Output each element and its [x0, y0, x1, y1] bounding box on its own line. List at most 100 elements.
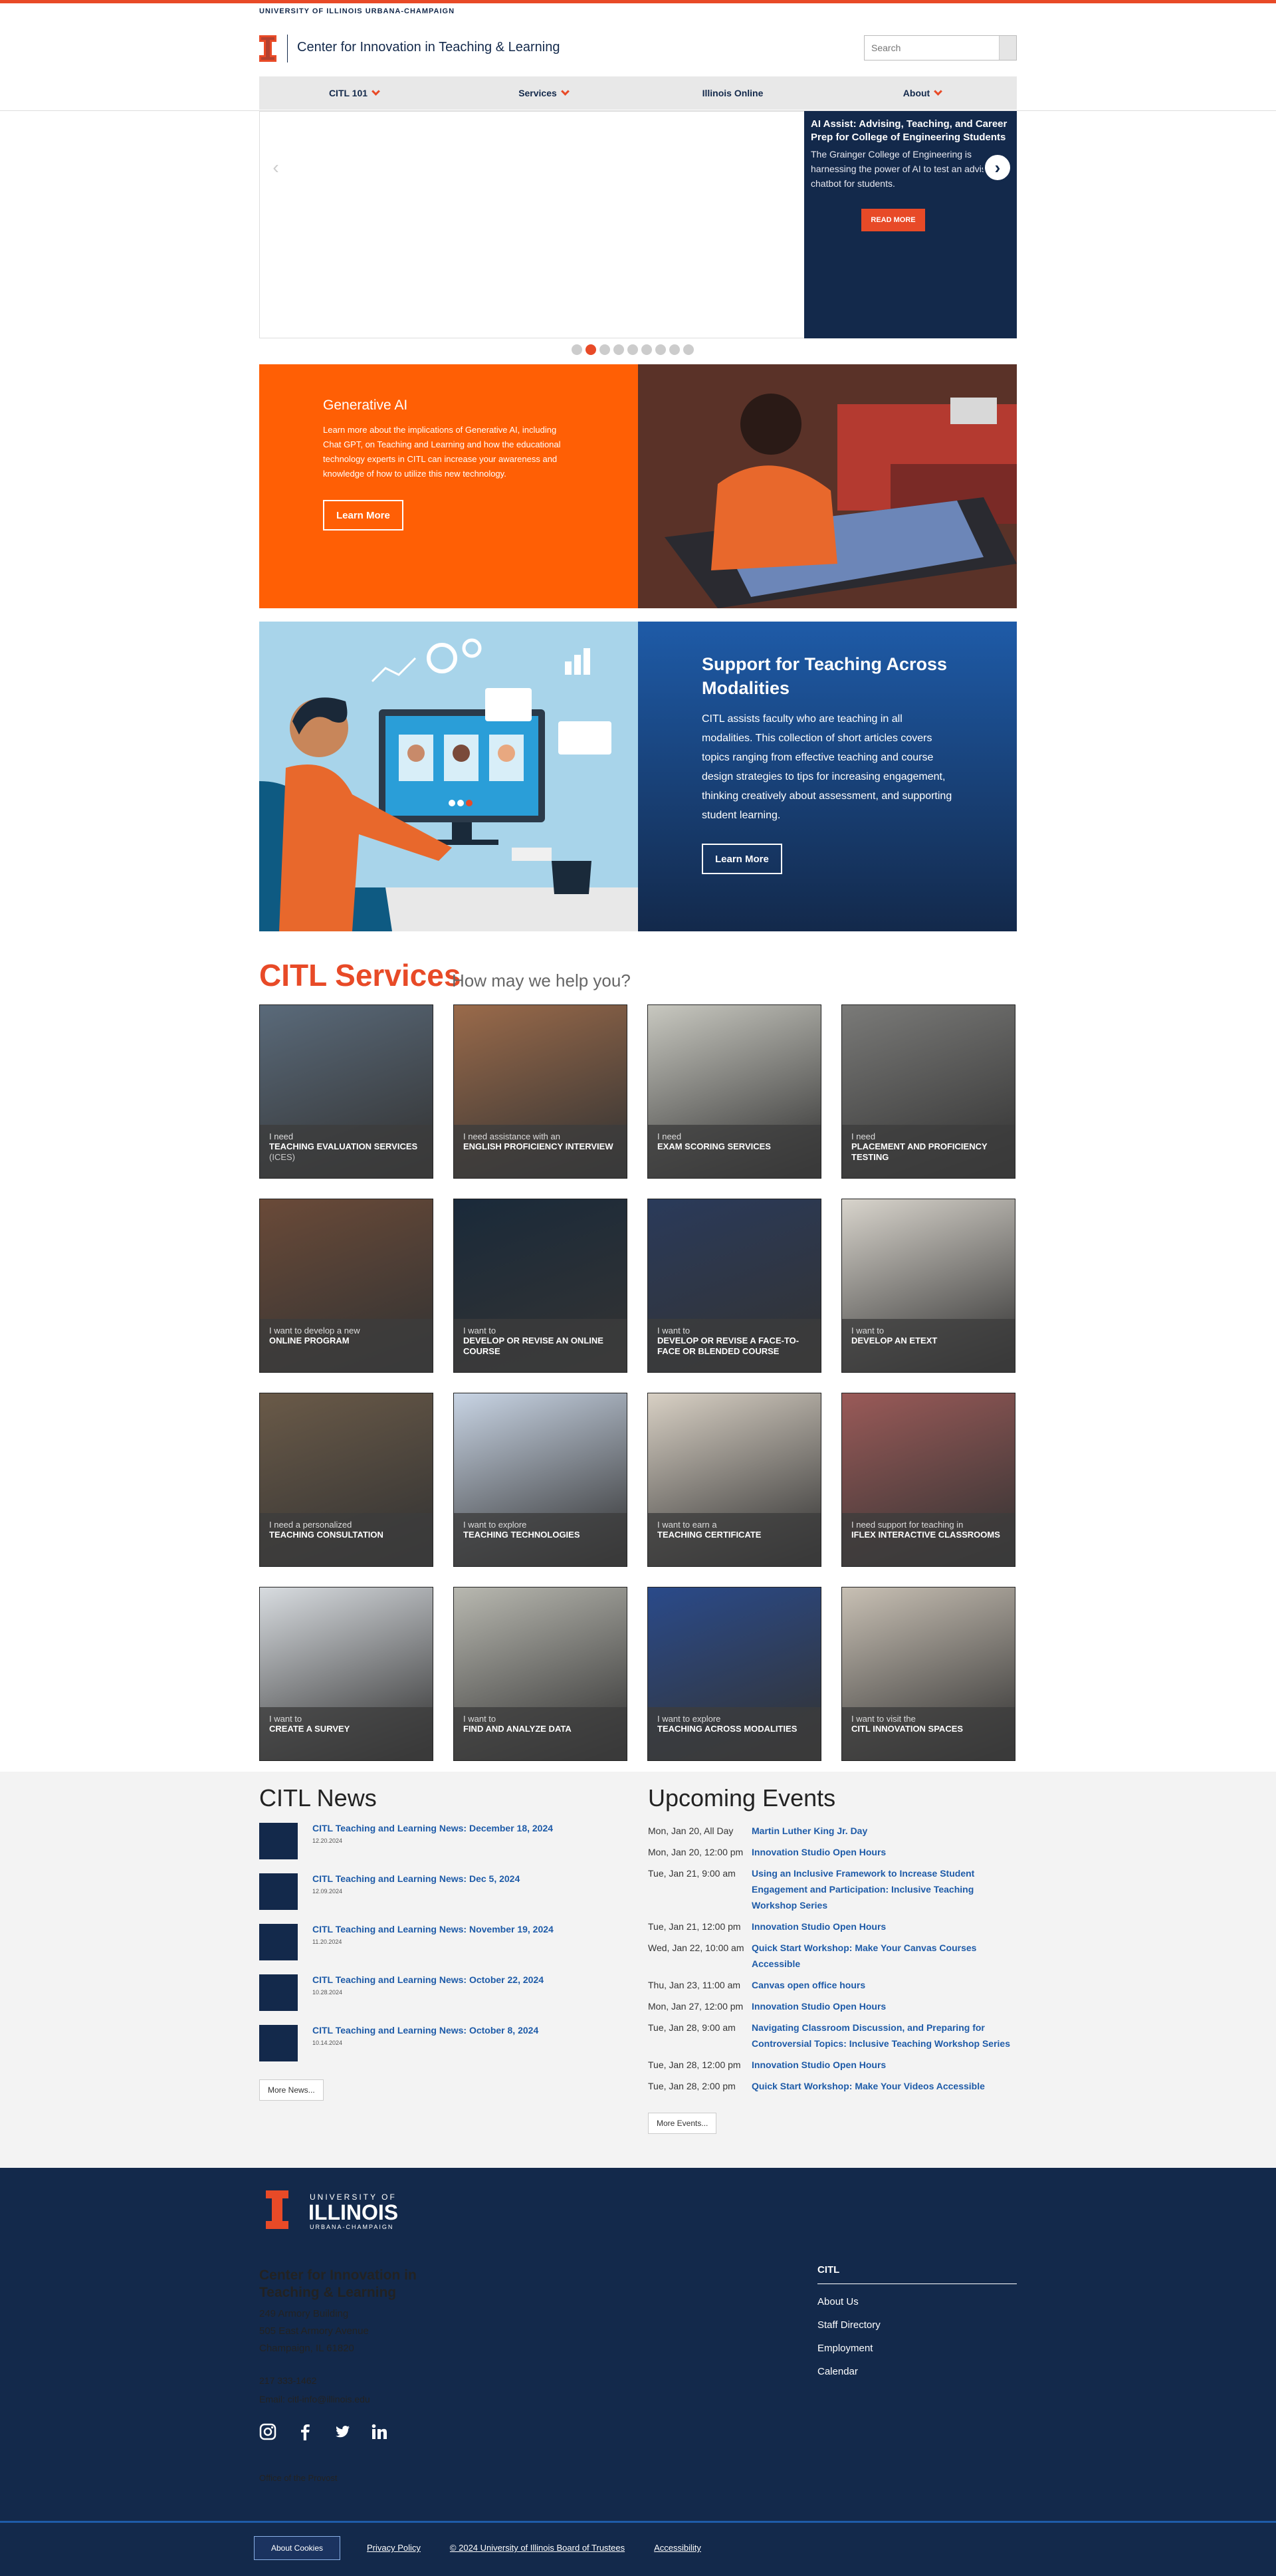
- slider-dot[interactable]: [572, 344, 582, 355]
- site-title[interactable]: Center for Innovation in Teaching & Lear…: [297, 40, 560, 55]
- service-tile-title-text: FIND AND ANALYZE DATA: [463, 1724, 572, 1734]
- service-tile[interactable]: I need TEACHING EVALUATION SERVICES (ICES…: [259, 1004, 433, 1179]
- modalities-learn-more-button[interactable]: Learn More: [702, 844, 782, 874]
- modalities-title: Support for Teaching Across Modalities: [702, 654, 948, 698]
- service-tile[interactable]: I need a personalized TEACHING CONSULTATI…: [259, 1393, 433, 1567]
- footer-link-employment[interactable]: Employment: [817, 2343, 1017, 2354]
- nav-item-illinois-online[interactable]: Illinois Online: [638, 76, 827, 110]
- slider-dot[interactable]: [641, 344, 652, 355]
- footer-link-staff-directory[interactable]: Staff Directory: [817, 2319, 1017, 2331]
- service-tile[interactable]: I want to develop a new ONLINE PROGRAM: [259, 1199, 433, 1373]
- service-tile-caption: I want to develop a new ONLINE PROGRAM: [260, 1319, 433, 1372]
- slider-dot[interactable]: [627, 344, 638, 355]
- service-tile[interactable]: I need support for teaching in IFLEX INTE…: [841, 1393, 1015, 1567]
- service-tile[interactable]: I want to DEVELOP OR REVISE AN ONLINE COU…: [453, 1199, 627, 1373]
- event-name-link[interactable]: Martin Luther King Jr. Day: [752, 1823, 867, 1839]
- twitter-icon[interactable]: [334, 2423, 351, 2440]
- university-wordmark[interactable]: UNIVERSITY OF ILLINOIS URBANA-CHAMPAIGN: [259, 7, 455, 15]
- service-tile[interactable]: I want to DEVELOP AN ETEXT: [841, 1199, 1015, 1373]
- genai-learn-more-button[interactable]: Learn More: [323, 500, 403, 530]
- generative-ai-promo: Generative AI Learn more about the impli…: [259, 364, 1017, 608]
- privacy-policy-link[interactable]: Privacy Policy: [367, 2543, 421, 2553]
- nav-item-services[interactable]: Services: [449, 76, 638, 110]
- news-thumbnail[interactable]: [259, 1974, 298, 2011]
- copyright-link[interactable]: © 2024 University of Illinois Board of T…: [450, 2543, 625, 2553]
- modalities-text-panel: Support for Teaching Across Modalities C…: [638, 622, 1017, 931]
- slider-dot[interactable]: [599, 344, 610, 355]
- event-name-link[interactable]: Quick Start Workshop: Make Your Canvas C…: [752, 1940, 1017, 1972]
- service-tile-title-text: DEVELOP OR REVISE A FACE-TO-FACE OR BLEN…: [657, 1336, 799, 1356]
- service-tile[interactable]: I want to earn a TEACHING CERTIFICATE: [647, 1393, 821, 1567]
- slider-dot[interactable]: [683, 344, 694, 355]
- slider-prev-button[interactable]: ‹: [266, 157, 286, 177]
- news-title-link[interactable]: CITL Teaching and Learning News: Decembe…: [312, 1823, 553, 1833]
- service-tile[interactable]: I need EXAM SCORING SERVICES: [647, 1004, 821, 1179]
- footer-citl-links: CITL About Us Staff Directory Employment…: [817, 2264, 1017, 2377]
- main-nav: CITL 101 Services Illinois Online About: [259, 76, 1017, 110]
- nav-label: CITL 101: [328, 88, 368, 98]
- news-thumbnail[interactable]: [259, 1873, 298, 1910]
- service-tile[interactable]: I want to DEVELOP OR REVISE A FACE-TO-FAC…: [647, 1199, 821, 1373]
- footer-logo-line3: URBANA-CHAMPAIGN: [310, 2224, 393, 2230]
- service-tile[interactable]: I want to visit the CITL INNOVATION SPACE…: [841, 1587, 1015, 1761]
- instagram-icon[interactable]: [259, 2423, 276, 2440]
- event-name-link[interactable]: Innovation Studio Open Hours: [752, 1919, 886, 1934]
- event-name-link[interactable]: Navigating Classroom Discussion, and Pre…: [752, 2020, 1017, 2051]
- about-cookies-button[interactable]: About Cookies: [254, 2536, 340, 2560]
- news-title-link[interactable]: CITL Teaching and Learning News: October…: [312, 2025, 538, 2036]
- more-events-button[interactable]: More Events...: [648, 2113, 717, 2134]
- service-tile[interactable]: I want to FIND AND ANALYZE DATA: [453, 1587, 627, 1761]
- footer-link-about-us[interactable]: About Us: [817, 2296, 1017, 2307]
- read-more-button[interactable]: READ MORE: [861, 209, 925, 231]
- event-name-link[interactable]: Quick Start Workshop: Make Your Videos A…: [752, 2078, 985, 2094]
- event-when: Tue, Jan 21, 9:00 am: [648, 1868, 736, 1879]
- search-input[interactable]: [865, 36, 999, 60]
- news-thumbnail[interactable]: [259, 2025, 298, 2061]
- events-list: Mon, Jan 20, All Day Martin Luther King J…: [648, 1823, 1017, 2134]
- slider-dot[interactable]: [655, 344, 666, 355]
- event-item: Tue, Jan 21, 12:00 pm Innovation Studio O…: [648, 1919, 1017, 1934]
- facebook-icon[interactable]: [296, 2423, 314, 2440]
- news-title-link[interactable]: CITL Teaching and Learning News: Novembe…: [312, 1924, 554, 1934]
- slide-title[interactable]: AI Assist: Advising, Teaching, and Caree…: [811, 118, 1010, 144]
- chevron-down-icon: [560, 87, 570, 96]
- nav-item-citl-101[interactable]: CITL 101: [259, 76, 449, 110]
- service-tile[interactable]: I want to explore TEACHING ACROSS MODALIT…: [647, 1587, 821, 1761]
- event-name-link[interactable]: Using an Inclusive Framework to Increase…: [752, 1865, 1017, 1913]
- service-tile-caption: I want to earn a TEACHING CERTIFICATE: [648, 1513, 821, 1566]
- accessibility-link[interactable]: Accessibility: [654, 2543, 701, 2553]
- provost-link[interactable]: Office of the Provost: [259, 2473, 338, 2483]
- block-i-logo[interactable]: [259, 35, 276, 62]
- event-name-link[interactable]: Innovation Studio Open Hours: [752, 1844, 886, 1860]
- nav-item-about[interactable]: About: [827, 76, 1017, 110]
- event-name-link[interactable]: Innovation Studio Open Hours: [752, 2057, 886, 2073]
- footer-email[interactable]: Email: citl-info@illinois.edu: [259, 2390, 370, 2408]
- news-thumbnail[interactable]: [259, 1823, 298, 1859]
- news-title-link[interactable]: CITL Teaching and Learning News: Dec 5, …: [312, 1873, 520, 1884]
- nav-label: Illinois Online: [702, 88, 764, 98]
- event-name-link[interactable]: Canvas open office hours: [752, 1977, 865, 1993]
- slider-dot[interactable]: [669, 344, 680, 355]
- footer-link-calendar[interactable]: Calendar: [817, 2366, 1017, 2377]
- service-tile-lead: I want to: [657, 1326, 691, 1336]
- event-name-link[interactable]: Innovation Studio Open Hours: [752, 1998, 886, 2014]
- service-tile[interactable]: I need assistance with an ENGLISH PROFICI…: [453, 1004, 627, 1179]
- event-item: Tue, Jan 28, 9:00 am Navigating Classroom…: [648, 2020, 1017, 2051]
- slider-dot[interactable]: [613, 344, 624, 355]
- footer-phone[interactable]: 217 333-1462: [259, 2371, 370, 2390]
- service-tile[interactable]: I need PLACEMENT AND PROFICIENCY TESTING: [841, 1004, 1015, 1179]
- service-tile-caption: I need PLACEMENT AND PROFICIENCY TESTING: [842, 1125, 1015, 1178]
- service-tile[interactable]: I want to CREATE A SURVEY: [259, 1587, 433, 1761]
- search-button[interactable]: [999, 36, 1016, 60]
- service-tile[interactable]: I want to explore TEACHING TECHNOLOGIES: [453, 1393, 627, 1567]
- slider-dot[interactable]: [585, 344, 596, 355]
- news-thumbnail[interactable]: [259, 1924, 298, 1960]
- news-title-link[interactable]: CITL Teaching and Learning News: October…: [312, 1974, 544, 1985]
- slider-next-button[interactable]: ›: [983, 153, 1012, 182]
- more-news-button[interactable]: More News...: [259, 2079, 324, 2101]
- service-tile-title-text: CITL INNOVATION SPACES: [851, 1724, 964, 1734]
- service-tile-lead: I want to explore: [463, 1520, 527, 1530]
- linkedin-icon[interactable]: [371, 2423, 388, 2440]
- footer-illinois-logo[interactable]: UNIVERSITY OF ILLINOIS URBANA-CHAMPAIGN: [261, 2188, 420, 2238]
- service-tile-title: FIND AND ANALYZE DATA: [463, 1724, 617, 1734]
